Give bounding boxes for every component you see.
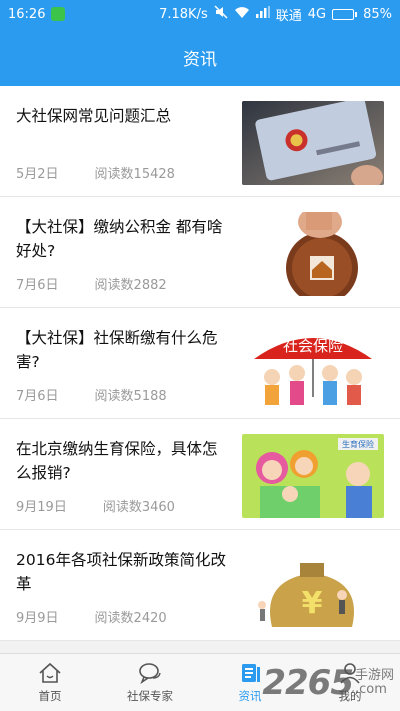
svg-text:¥: ¥ bbox=[302, 586, 323, 621]
signal-icon bbox=[255, 6, 270, 22]
tab-label: 首页 bbox=[38, 689, 62, 703]
carrier-name: 联通 bbox=[275, 8, 302, 24]
article-date: 7月6日 bbox=[16, 278, 59, 293]
umbrella-label: 社会保险 bbox=[283, 337, 343, 355]
social-insurance-umbrella-image: 社会保险 bbox=[242, 323, 384, 407]
article-item[interactable]: 在北京缴纳生育保险，具体怎么报销? 9月19日 阅读数3460 生育保险 bbox=[0, 419, 400, 530]
tab-home[interactable]: 首页 bbox=[0, 654, 100, 711]
header-bar: 资讯 bbox=[0, 28, 400, 86]
article-item[interactable]: 2016年各项社保新政策简化改革 9月9日 阅读数2420 ¥ bbox=[0, 530, 400, 641]
article-list: 大社保网常见问题汇总 5月2日 阅读数15428 【大社保】缴纳公积金 都有啥好… bbox=[0, 86, 400, 641]
article-read-count: 阅读数5188 bbox=[94, 389, 167, 404]
article-item[interactable]: 大社保网常见问题汇总 5月2日 阅读数15428 bbox=[0, 86, 400, 197]
article-read-count: 阅读数2420 bbox=[94, 611, 167, 626]
article-item[interactable]: 【大社保】缴纳公积金 都有啥好处? 7月6日 阅读数2882 bbox=[0, 197, 400, 308]
notification-app-icon bbox=[51, 7, 66, 21]
social-security-card-image bbox=[242, 101, 384, 185]
home-icon bbox=[39, 662, 61, 683]
bottom-tab-bar: 首页 社保专家 资讯 我的 bbox=[0, 653, 400, 711]
mute-icon bbox=[214, 5, 228, 23]
tab-label: 社保专家 bbox=[127, 689, 173, 703]
tab-mine[interactable]: 我的 bbox=[300, 654, 400, 711]
article-date: 5月2日 bbox=[16, 167, 59, 182]
news-icon bbox=[242, 664, 260, 682]
article-item[interactable]: 【大社保】社保断缴有什么危害? 7月6日 阅读数5188 社会保险 bbox=[0, 308, 400, 419]
article-read-count: 阅读数15428 bbox=[94, 167, 175, 182]
article-read-count: 阅读数2882 bbox=[94, 278, 167, 293]
article-date: 9月19日 bbox=[16, 500, 67, 515]
article-title: 在北京缴纳生育保险，具体怎么报销? bbox=[16, 440, 218, 482]
wifi-icon bbox=[234, 6, 250, 23]
tab-news[interactable]: 资讯 bbox=[200, 654, 300, 711]
article-title: 【大社保】缴纳公积金 都有啥好处? bbox=[16, 218, 223, 260]
maternity-insurance-family-image: 生育保险 bbox=[242, 434, 384, 518]
article-title: 【大社保】社保断缴有什么危害? bbox=[16, 329, 218, 371]
tab-label: 我的 bbox=[338, 689, 362, 703]
page-title: 资讯 bbox=[183, 49, 217, 70]
coin-house-image bbox=[242, 212, 384, 296]
article-title: 大社保网常见问题汇总 bbox=[16, 107, 172, 125]
status-bar: 16:26 7.18K/s 联通 4G 85% bbox=[0, 0, 400, 28]
battery-percent: 85% bbox=[363, 6, 392, 22]
tab-expert[interactable]: 社保专家 bbox=[100, 654, 200, 711]
article-read-count: 阅读数3460 bbox=[102, 500, 175, 515]
article-title: 2016年各项社保新政策简化改革 bbox=[16, 551, 226, 593]
network-speed: 7.18K/s bbox=[159, 6, 208, 22]
article-date: 7月6日 bbox=[16, 389, 59, 404]
money-bag-image: ¥ bbox=[242, 545, 384, 629]
battery-icon bbox=[332, 8, 358, 20]
tab-label: 资讯 bbox=[238, 689, 262, 703]
image-sign-text: 生育保险 bbox=[342, 439, 374, 449]
person-icon bbox=[340, 663, 360, 684]
article-date: 9月9日 bbox=[16, 611, 59, 626]
network-type: 4G bbox=[307, 6, 327, 22]
chat-bubbles-icon bbox=[139, 663, 161, 685]
status-time: 16:26 bbox=[8, 6, 46, 22]
